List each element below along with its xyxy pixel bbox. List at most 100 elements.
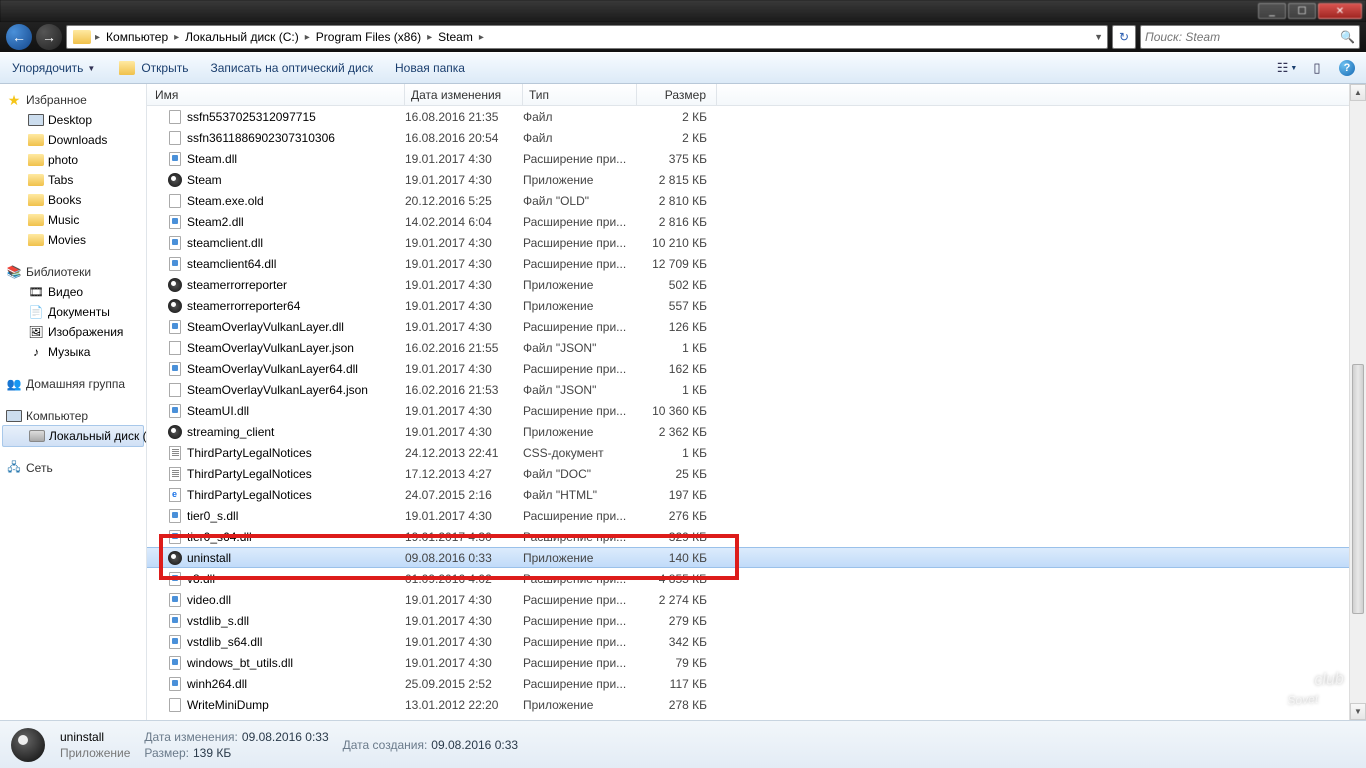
file-date: 16.08.2016 21:35 [405,110,523,124]
maximize-button[interactable]: ☐ [1288,3,1316,19]
nav-item-downloads[interactable]: Downloads [0,130,146,150]
breadcrumb-steam[interactable]: Steam [434,28,477,46]
file-row[interactable]: windows_bt_utils.dll19.01.2017 4:30Расши… [147,652,1366,673]
breadcrumb-program-files[interactable]: Program Files (x86) [312,28,425,46]
breadcrumb-computer[interactable]: Компьютер [102,28,172,46]
nav-item-photo[interactable]: photo [0,150,146,170]
column-size[interactable]: Размер [637,84,717,105]
file-size: 375 КБ [637,152,717,166]
drive-icon [29,428,45,444]
file-row[interactable]: steamclient64.dll19.01.2017 4:30Расширен… [147,253,1366,274]
nav-item-music[interactable]: Music [0,210,146,230]
file-date: 25.09.2015 2:52 [405,677,523,691]
file-list[interactable]: ssfn553702531209771516.08.2016 21:35Файл… [147,106,1366,720]
back-button[interactable]: ← [6,24,32,50]
nav-item-documents[interactable]: 📄Документы [0,302,146,322]
file-row[interactable]: vstdlib_s.dll19.01.2017 4:30Расширение п… [147,610,1366,631]
main-area: ★Избранное Desktop Downloads photo Tabs … [0,84,1366,720]
nav-item-local-disk[interactable]: Локальный диск ( [2,425,144,447]
column-type[interactable]: Тип [523,84,637,105]
file-row[interactable]: uninstall09.08.2016 0:33Приложение140 КБ [147,547,1366,568]
file-row[interactable]: SteamOverlayVulkanLayer64.dll19.01.2017 … [147,358,1366,379]
search-box[interactable]: 🔍 [1140,25,1360,49]
file-name: Steam.exe.old [187,194,264,208]
vertical-scrollbar[interactable]: ▲ ▼ [1349,84,1366,720]
file-row[interactable]: ThirdPartyLegalNotices24.12.2013 22:41CS… [147,442,1366,463]
nav-libraries[interactable]: 📚Библиотеки [0,262,146,282]
breadcrumb-drive[interactable]: Локальный диск (C:) [181,28,303,46]
nav-item-books[interactable]: Books [0,190,146,210]
help-button[interactable]: ? [1336,57,1358,79]
nav-item-movies[interactable]: Movies [0,230,146,250]
forward-button[interactable]: → [36,24,62,50]
search-input[interactable] [1145,30,1336,44]
file-row[interactable]: steamerrorreporter6419.01.2017 4:30Прило… [147,295,1366,316]
file-name: ssfn5537025312097715 [187,110,316,124]
view-options-button[interactable]: ☷▼ [1276,57,1298,79]
scroll-down-button[interactable]: ▼ [1350,703,1366,720]
scroll-up-button[interactable]: ▲ [1350,84,1366,101]
new-folder-button[interactable]: Новая папка [391,59,469,77]
file-date: 24.12.2013 22:41 [405,446,523,460]
file-row[interactable]: ThirdPartyLegalNotices24.07.2015 2:16Фай… [147,484,1366,505]
breadcrumb[interactable]: ▸ Компьютер ▸ Локальный диск (C:) ▸ Prog… [66,25,1108,49]
file-row[interactable]: tier0_s64.dll19.01.2017 4:30Расширение п… [147,526,1366,547]
scroll-thumb[interactable] [1352,364,1364,614]
chevron-right-icon[interactable]: ▸ [477,32,486,43]
folder-icon [28,232,44,248]
file-row[interactable]: winh264.dll25.09.2015 2:52Расширение при… [147,673,1366,694]
chevron-down-icon: ▼ [1290,65,1297,72]
file-row[interactable]: SteamOverlayVulkanLayer.json16.02.2016 2… [147,337,1366,358]
nav-item-desktop[interactable]: Desktop [0,110,146,130]
minimize-button[interactable]: _ [1258,3,1286,19]
refresh-button[interactable]: ↻ [1112,25,1136,49]
nav-network[interactable]: 🖧Сеть [0,458,146,478]
chevron-right-icon[interactable]: ▸ [172,32,181,43]
file-row[interactable]: Steam2.dll14.02.2014 6:04Расширение при.… [147,211,1366,232]
file-row[interactable]: Steam19.01.2017 4:30Приложение2 815 КБ [147,169,1366,190]
file-row[interactable]: v8.dll01.09.2016 4:02Расширение при...4 … [147,568,1366,589]
chevron-right-icon[interactable]: ▸ [93,32,102,43]
close-button[interactable]: ✕ [1318,3,1362,19]
view-icon: ☷ [1277,60,1289,76]
file-row[interactable]: Steam.dll19.01.2017 4:30Расширение при..… [147,148,1366,169]
file-row[interactable]: ssfn361188690230731030616.08.2016 20:54Ф… [147,127,1366,148]
file-type-icon [167,361,183,377]
file-row[interactable]: video.dll19.01.2017 4:30Расширение при..… [147,589,1366,610]
file-row[interactable]: Steam.exe.old20.12.2016 5:25Файл "OLD"2 … [147,190,1366,211]
nav-computer[interactable]: Компьютер [0,406,146,426]
nav-favorites[interactable]: ★Избранное [0,90,146,110]
address-bar: ← → ▸ Компьютер ▸ Локальный диск (C:) ▸ … [0,22,1366,52]
file-row[interactable]: SteamOverlayVulkanLayer.dll19.01.2017 4:… [147,316,1366,337]
file-row[interactable]: streaming_client19.01.2017 4:30Приложени… [147,421,1366,442]
chevron-down-icon[interactable]: ▼ [1094,32,1103,42]
nav-item-tabs[interactable]: Tabs [0,170,146,190]
organize-button[interactable]: Упорядочить▼ [8,59,99,77]
file-row[interactable]: steamclient.dll19.01.2017 4:30Расширение… [147,232,1366,253]
file-name: steamclient64.dll [187,257,276,271]
column-name[interactable]: Имя [147,84,405,105]
nav-item-video[interactable]: 🎞Видео [0,282,146,302]
open-button[interactable]: Открыть [113,59,192,77]
file-row[interactable]: ThirdPartyLegalNotices17.12.2013 4:27Фай… [147,463,1366,484]
file-row[interactable]: SteamOverlayVulkanLayer64.json16.02.2016… [147,379,1366,400]
chevron-right-icon[interactable]: ▸ [425,32,434,43]
file-row[interactable]: ssfn553702531209771516.08.2016 21:35Файл… [147,106,1366,127]
file-row[interactable]: steamerrorreporter19.01.2017 4:30Приложе… [147,274,1366,295]
column-date[interactable]: Дата изменения [405,84,523,105]
file-date: 13.01.2012 22:20 [405,698,523,712]
file-row[interactable]: tier0_s.dll19.01.2017 4:30Расширение при… [147,505,1366,526]
chevron-right-icon[interactable]: ▸ [303,32,312,43]
file-row[interactable]: vstdlib_s64.dll19.01.2017 4:30Расширение… [147,631,1366,652]
nav-item-music[interactable]: ♪Музыка [0,342,146,362]
nav-item-images[interactable]: 🖼Изображения [0,322,146,342]
file-date: 19.01.2017 4:30 [405,173,523,187]
nav-homegroup[interactable]: 👥Домашняя группа [0,374,146,394]
file-row[interactable]: WriteMiniDump13.01.2012 22:20Приложение2… [147,694,1366,715]
file-type: Расширение при... [523,614,637,628]
file-type-icon [167,466,183,482]
file-name: SteamOverlayVulkanLayer.json [187,341,354,355]
preview-pane-button[interactable]: ▯ [1306,57,1328,79]
file-row[interactable]: SteamUI.dll19.01.2017 4:30Расширение при… [147,400,1366,421]
burn-button[interactable]: Записать на оптический диск [206,59,377,77]
